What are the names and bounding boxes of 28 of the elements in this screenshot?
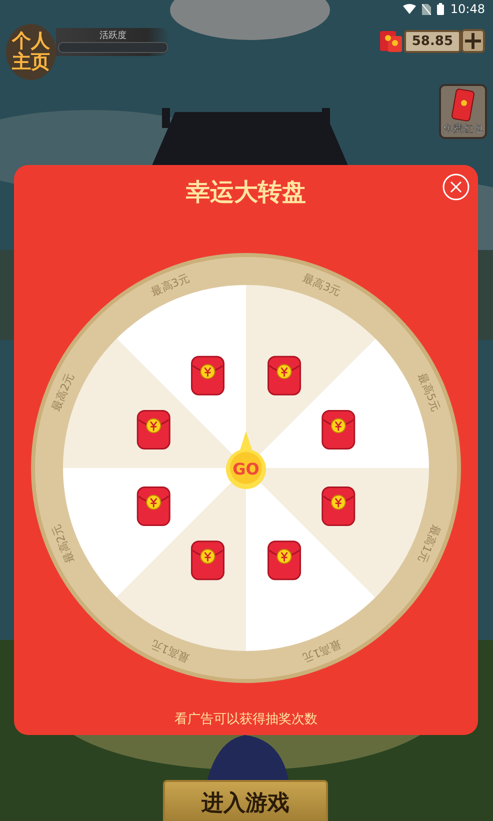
- prize-label: 最高2元: [49, 522, 77, 565]
- hint-text: 看广告可以获得抽奖次数: [174, 711, 318, 728]
- envelope-icon: [378, 28, 404, 54]
- envelope-icon: [268, 356, 302, 396]
- balance-amount: 58.85: [404, 30, 461, 52]
- envelope-icon: [190, 356, 224, 396]
- wifi-icon: [403, 4, 416, 14]
- dialog-title: 幸运大转盘: [186, 177, 306, 208]
- add-button[interactable]: [461, 29, 485, 53]
- envelope-icon: [451, 88, 475, 122]
- activity-label: 活跃度: [100, 30, 126, 42]
- prize-label: 最高3元: [300, 271, 343, 299]
- prize-label: 最高5元: [415, 371, 443, 414]
- prize-label: 最高3元: [149, 271, 192, 299]
- prize-label: 最高1元: [300, 637, 343, 665]
- envelope-icon: [190, 540, 224, 580]
- close-icon[interactable]: [442, 173, 470, 201]
- envelope-icon: [136, 410, 170, 450]
- prize-label: 最高1元: [149, 637, 192, 665]
- envelope-icon: [268, 540, 302, 580]
- envelope-icon: [322, 410, 356, 450]
- envelope-icon: [136, 486, 170, 526]
- enter-game-button[interactable]: 进入游戏: [163, 780, 328, 821]
- prize-label: 最高2元: [49, 371, 77, 414]
- battery-icon: [437, 3, 444, 15]
- envelope-icon: [322, 486, 356, 526]
- status-time: 10:48: [450, 2, 485, 16]
- prize-label: 最高1元: [415, 522, 443, 565]
